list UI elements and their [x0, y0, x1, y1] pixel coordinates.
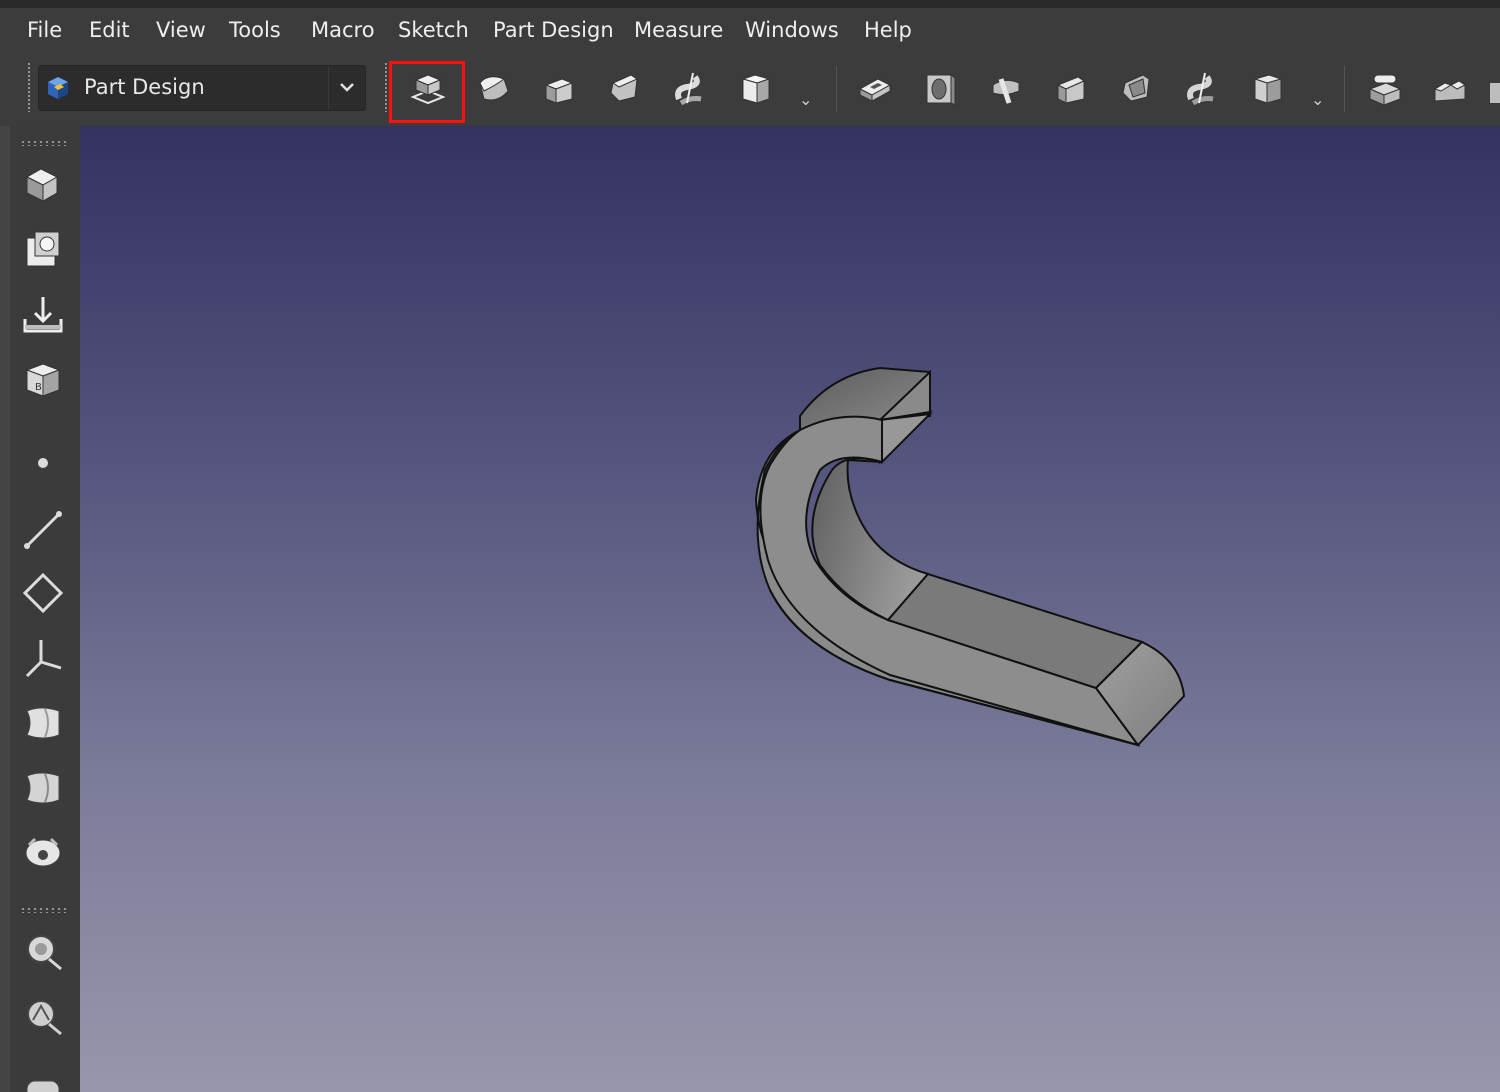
toolbar-grip[interactable]	[27, 62, 31, 112]
local-coordinate-system-icon	[25, 640, 62, 678]
local-coordinate-system-button[interactable]	[16, 631, 70, 685]
left-toolbar-grip[interactable]	[20, 140, 68, 146]
draft-icon	[1490, 83, 1500, 103]
body-button[interactable]	[16, 158, 70, 212]
hole-icon	[926, 74, 956, 106]
toolbar: Part Design ⌄ ⌄	[0, 56, 1500, 126]
menu-tools[interactable]: Tools	[229, 18, 281, 42]
additive-helix-button[interactable]	[664, 62, 716, 114]
shape-binder-button[interactable]	[16, 223, 70, 277]
window-top-strip	[0, 0, 1500, 8]
datum-plane-icon	[22, 572, 64, 614]
menu-edit[interactable]: Edit	[89, 18, 130, 42]
chamfer-icon	[1433, 80, 1466, 102]
additive-loft-icon	[544, 78, 574, 104]
hole-button[interactable]	[914, 62, 966, 114]
subtractive-helix-icon	[1187, 72, 1214, 106]
sub-shape-binder-icon	[23, 297, 63, 333]
workbench-selector-label: Part Design	[84, 75, 205, 99]
subtractive-helix-button[interactable]	[1176, 62, 1228, 114]
menu-sketch[interactable]: Sketch	[398, 18, 469, 42]
menu-file[interactable]: File	[27, 18, 62, 42]
workbench-selector[interactable]: Part Design	[38, 65, 366, 111]
groove-icon	[992, 78, 1020, 104]
menu-view[interactable]: View	[156, 18, 206, 42]
menu-part-design[interactable]: Part Design	[493, 18, 614, 42]
groove-button[interactable]	[980, 62, 1032, 114]
additive-pipe-icon	[610, 74, 639, 102]
shape-binder-icon	[26, 231, 60, 267]
subtractive-shape-button[interactable]	[16, 761, 70, 815]
datum-point-button[interactable]	[16, 436, 70, 490]
revolution-icon	[479, 76, 509, 101]
subtractive-primitive-icon	[1253, 74, 1283, 104]
datum-line-button[interactable]	[16, 501, 70, 555]
revolution-button[interactable]	[467, 62, 519, 114]
highlight-box	[389, 61, 465, 123]
part-design-workbench-icon	[48, 77, 68, 99]
clone-icon: B	[25, 363, 61, 397]
subtractive-pipe-icon	[1122, 74, 1150, 102]
clone-button[interactable]: B	[16, 353, 70, 407]
subtractive-pipe-button[interactable]	[1110, 62, 1162, 114]
measure-angular-button[interactable]	[16, 989, 70, 1043]
measure-linear-button[interactable]	[16, 924, 70, 978]
left-toolbar-grip-2[interactable]	[20, 907, 68, 913]
menu-macro[interactable]: Macro	[311, 18, 375, 42]
mirror-icon	[25, 837, 61, 867]
left-edge-strip	[0, 126, 10, 1092]
svg-text:B: B	[35, 382, 42, 393]
more-additive-chevron-icon[interactable]: ⌄	[799, 90, 812, 109]
measure-clear-icon	[26, 1080, 60, 1092]
subtractive-shape-icon	[26, 772, 60, 804]
chamfer-button[interactable]	[1424, 62, 1476, 114]
pocket-icon	[858, 78, 892, 102]
fillet-icon	[1368, 74, 1402, 106]
measure-linear-icon	[27, 935, 62, 971]
pocket-button[interactable]	[849, 62, 901, 114]
overflow-button[interactable]	[1488, 62, 1500, 114]
sub-shape-binder-button[interactable]	[16, 288, 70, 342]
additive-loft-button[interactable]	[533, 62, 585, 114]
menu-windows[interactable]: Windows	[745, 18, 839, 42]
body-icon	[25, 168, 59, 202]
subtractive-loft-button[interactable]	[1045, 62, 1097, 114]
more-subtractive-chevron-icon[interactable]: ⌄	[1311, 90, 1324, 109]
additive-shape-button[interactable]	[16, 696, 70, 750]
measure-angular-icon	[27, 1000, 62, 1036]
menu-bar: File Edit View Tools Macro Sketch Part D…	[0, 8, 1500, 56]
menu-measure[interactable]: Measure	[634, 18, 723, 42]
datum-plane-button[interactable]	[16, 566, 70, 620]
datum-point-icon	[38, 458, 48, 468]
chevron-down-icon[interactable]	[328, 66, 365, 110]
swept-solid-model[interactable]	[80, 126, 1500, 1092]
mirror-button[interactable]	[16, 826, 70, 880]
additive-primitive-icon	[741, 74, 771, 104]
additive-helix-icon	[675, 72, 702, 106]
subtractive-loft-icon	[1056, 76, 1086, 104]
3d-viewport[interactable]	[80, 126, 1500, 1092]
datum-line-icon	[24, 511, 62, 549]
additive-primitive-button[interactable]	[730, 62, 782, 114]
measure-clear-button[interactable]	[16, 1054, 70, 1092]
additive-pipe-button[interactable]	[598, 62, 650, 114]
menu-help[interactable]: Help	[864, 18, 912, 42]
toolbar-separator-2	[1344, 66, 1345, 112]
subtractive-primitive-button[interactable]	[1242, 62, 1294, 114]
toolbar-grip-2[interactable]	[384, 62, 388, 112]
fillet-button[interactable]	[1359, 62, 1411, 114]
toolbar-separator	[836, 66, 837, 112]
additive-shape-icon	[26, 707, 60, 739]
